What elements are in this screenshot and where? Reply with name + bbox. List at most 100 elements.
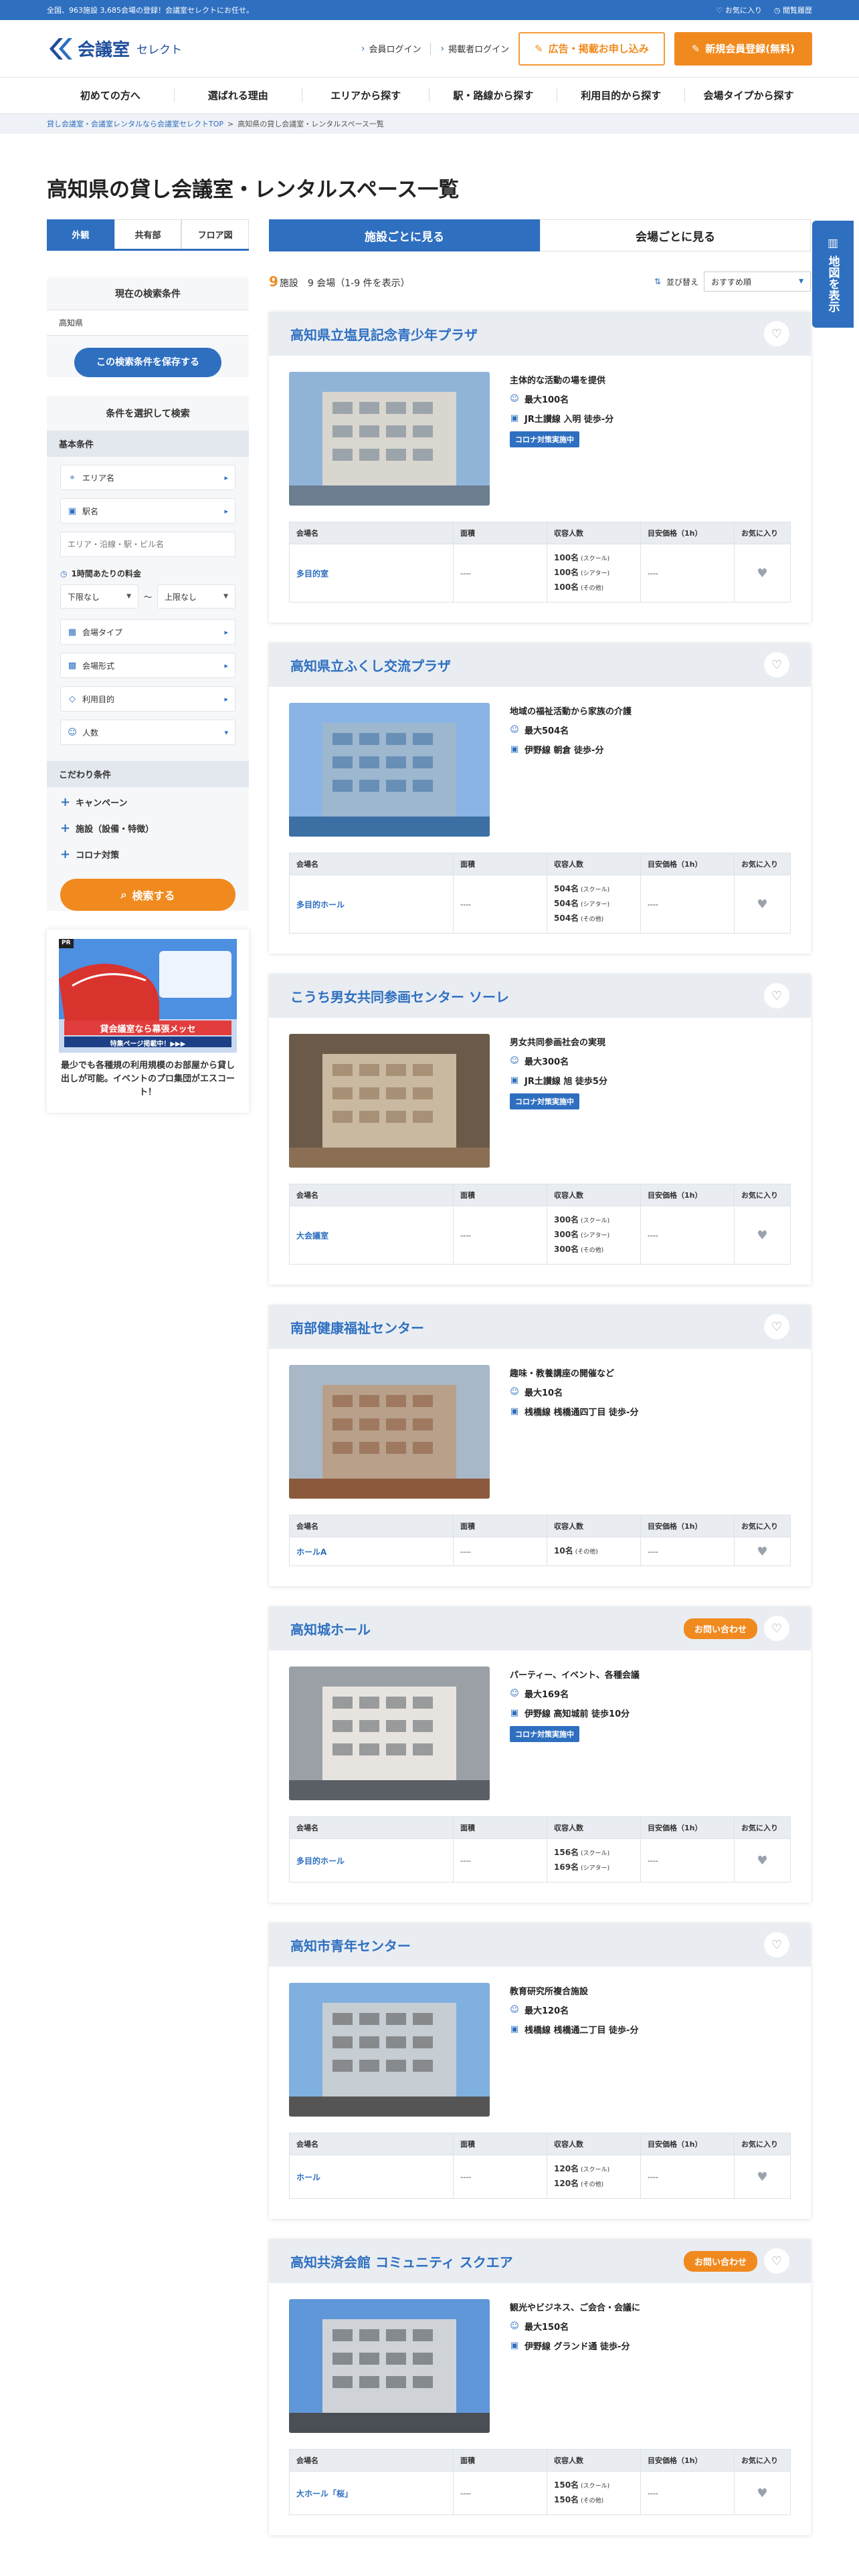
gnav-reasons[interactable]: 選ばれる理由 (175, 88, 302, 102)
favorites-link[interactable]: ♡ お気に入り (717, 5, 762, 15)
view-tabs: 施設ごとに見る 会場ごとに見る (269, 219, 811, 251)
room-table: 会場名 面積 収容人数 目安価格（1h） お気に入り ホールA ---- 10名… (289, 1515, 791, 1566)
heart-icon[interactable]: ♥ (734, 875, 791, 934)
station-select[interactable]: ▣ 駅名 ▸ (60, 498, 235, 524)
room-capacity: 100名 (スクール) 100名 (シアター) 100名 (その他) (547, 544, 641, 603)
room-capacity: 300名 (スクール) 300名 (シアター) 300名 (その他) (547, 1206, 641, 1265)
contact-badge[interactable]: お問い合わせ (683, 1618, 757, 1639)
tab-common[interactable]: 共有部 (114, 219, 182, 249)
price-min-select[interactable]: 下限なし ▼ (60, 584, 138, 609)
tab-floor[interactable]: フロア図 (181, 219, 250, 249)
venue-photo[interactable] (289, 2299, 490, 2433)
venue-photo[interactable] (289, 372, 490, 506)
venue-photo[interactable] (289, 1034, 490, 1168)
venue-name-link[interactable]: 高知市青年センター (290, 1935, 411, 1955)
main-content: 施設ごとに見る 会場ごとに見る 9 施設 9 会場（1-9 件を表示） ⇅ 並び替… (269, 219, 811, 2535)
contact-badge[interactable]: お問い合わせ (683, 2250, 757, 2272)
chevron-right-icon: ▸ (224, 473, 228, 482)
heart-icon[interactable]: ♥ (734, 1537, 791, 1566)
sort-select[interactable]: おすすめ順 ▼ (704, 272, 811, 292)
tab-exterior[interactable]: 外観 (47, 219, 114, 249)
heart-icon[interactable]: ♥ (734, 544, 791, 603)
th-area: 面積 (453, 522, 547, 544)
heart-icon[interactable]: ♥ (734, 2155, 791, 2199)
venue-card-header: 高知市青年センター ♡ (269, 1923, 811, 1967)
grid-icon: ▩ (68, 660, 77, 671)
heart-icon[interactable]: ♥ (734, 1206, 791, 1265)
venue-photo[interactable] (289, 703, 490, 837)
gnav-purpose[interactable]: 利用目的から探す (557, 88, 686, 102)
venue-access: ▣ JR土讃線 旭 徒歩5分 (510, 1075, 607, 1087)
venue-photo[interactable] (289, 1983, 490, 2117)
save-conditions-button[interactable]: この検索条件を保存する (74, 348, 221, 377)
venue-format-select[interactable]: ▩ 会場形式 ▸ (60, 653, 235, 678)
room-capacity: 156名 (スクール) 169名 (シアター) (547, 1838, 641, 1883)
result-count-row: 9 施設 9 会場（1-9 件を表示） ⇅ 並び替え おすすめ順 ▼ (269, 272, 811, 292)
price-max-select[interactable]: 上限なし ▼ (157, 584, 236, 609)
people-select[interactable]: ☺ 人数 ▾ (60, 720, 235, 745)
tab-by-facility[interactable]: 施設ごとに見る (269, 219, 540, 251)
heart-icon[interactable]: ♥ (734, 2471, 791, 2515)
ad-apply-button[interactable]: ✎ 広告・掲載お申し込み (518, 31, 665, 66)
venue-name-link[interactable]: 高知県立塩見記念青少年プラザ (290, 324, 478, 344)
venue-photo[interactable] (289, 1365, 490, 1499)
form-icon: ✎ (691, 42, 700, 55)
site-logo[interactable]: 会議室 セレクト (47, 35, 182, 62)
venue-photo[interactable] (289, 1667, 490, 1800)
venue-card-body: 観光やビジネス、ご会合・会議に ☺ 最大150名 ▣ 伊野線 グランド通 徒歩-分 … (269, 2283, 811, 2535)
heart-icon[interactable]: ♡ (764, 2248, 789, 2274)
room-name-link[interactable]: 多目的室 (289, 544, 454, 603)
keyword-input[interactable] (60, 532, 235, 557)
heart-icon[interactable]: ♡ (764, 321, 789, 346)
area-select[interactable]: ⌖ エリア名 ▸ (60, 465, 235, 490)
history-link[interactable]: ◷ 閲覧履歴 (774, 5, 812, 15)
room-area: ---- (453, 2471, 547, 2515)
heart-icon[interactable]: ♡ (764, 652, 789, 677)
breadcrumb-top[interactable]: 貸し会議室・会議室レンタルなら会議室セレクトTOP (47, 118, 223, 129)
room-name-link[interactable]: 大ホール「桜」 (289, 2471, 454, 2515)
table-header-row: 会場名 面積 収容人数 目安価格（1h） お気に入り (289, 1515, 791, 1537)
gnav-station[interactable]: 駅・路線から探す (430, 88, 558, 102)
facility-toggle[interactable]: + 施設（設備・特徴） (47, 813, 249, 839)
campaign-toggle[interactable]: + キャンペーン (47, 787, 249, 813)
purpose-select[interactable]: ◇ 利用目的 ▸ (60, 686, 235, 712)
tab-by-venue[interactable]: 会場ごとに見る (540, 219, 811, 251)
gnav-type[interactable]: 会場タイプから探す (685, 88, 812, 102)
room-name-link[interactable]: ホールA (289, 1537, 454, 1566)
pr-label: PR (62, 940, 71, 946)
room-name-link[interactable]: ホール (289, 2155, 454, 2199)
th-room: 会場名 (289, 522, 454, 544)
table-header-row: 会場名 面積 収容人数 目安価格（1h） お気に入り (289, 522, 791, 544)
register-button[interactable]: ✎ 新規会員登録(無料) (674, 31, 812, 66)
venue-name-link[interactable]: 高知県立ふくし交流プラザ (290, 655, 451, 675)
logo-sub-text: セレクト (136, 43, 183, 57)
show-map-button[interactable]: ▥ 地図を表示 (812, 221, 854, 328)
train-icon: ▣ (510, 2024, 519, 2034)
room-area: ---- (453, 1537, 547, 1566)
room-name-link[interactable]: 多目的ホール (289, 1838, 454, 1883)
corona-toggle[interactable]: + コロナ対策 (47, 839, 249, 865)
member-login-link[interactable]: › 会員ログイン (361, 42, 421, 56)
gnav-area[interactable]: エリアから探す (302, 88, 430, 102)
venue-name-link[interactable]: 高知城ホール (290, 1619, 371, 1638)
venue-name-link[interactable]: こうち男女共同参画センター ソーレ (290, 986, 509, 1006)
owner-login-link[interactable]: › 掲載者ログイン (440, 42, 509, 56)
venue-name-link[interactable]: 高知共済会館 コミュニティ スクエア (290, 2252, 513, 2271)
gnav-first-time[interactable]: 初めての方へ (47, 88, 175, 102)
heart-icon[interactable]: ♥ (734, 1838, 791, 1883)
building-icon: ▦ (68, 627, 77, 637)
room-name-link[interactable]: 多目的ホール (289, 875, 454, 934)
heart-icon[interactable]: ♡ (764, 1314, 789, 1339)
train-icon: ▣ (510, 1708, 519, 1718)
venue-photo-image (289, 372, 490, 506)
venue-photo-image (289, 2299, 490, 2433)
venue-type-select[interactable]: ▦ 会場タイプ ▸ (60, 619, 235, 645)
heart-icon[interactable]: ♡ (764, 1616, 789, 1641)
venue-name-link[interactable]: 南部健康福祉センター (290, 1317, 424, 1337)
heart-icon[interactable]: ♡ (764, 1932, 789, 1957)
search-button[interactable]: ⌕ 検索する (60, 879, 235, 911)
heart-icon[interactable]: ♡ (764, 983, 789, 1008)
room-name-link[interactable]: 大会議室 (289, 1206, 454, 1265)
pr-banner[interactable]: PR 貸会議室なら幕張メッセ 特集ページ掲載中！▶▶▶ 最少でも各種規の利用規模… (47, 930, 249, 1113)
table-row: ホールA ---- 10名 (その他) ---- ♥ (289, 1537, 791, 1566)
